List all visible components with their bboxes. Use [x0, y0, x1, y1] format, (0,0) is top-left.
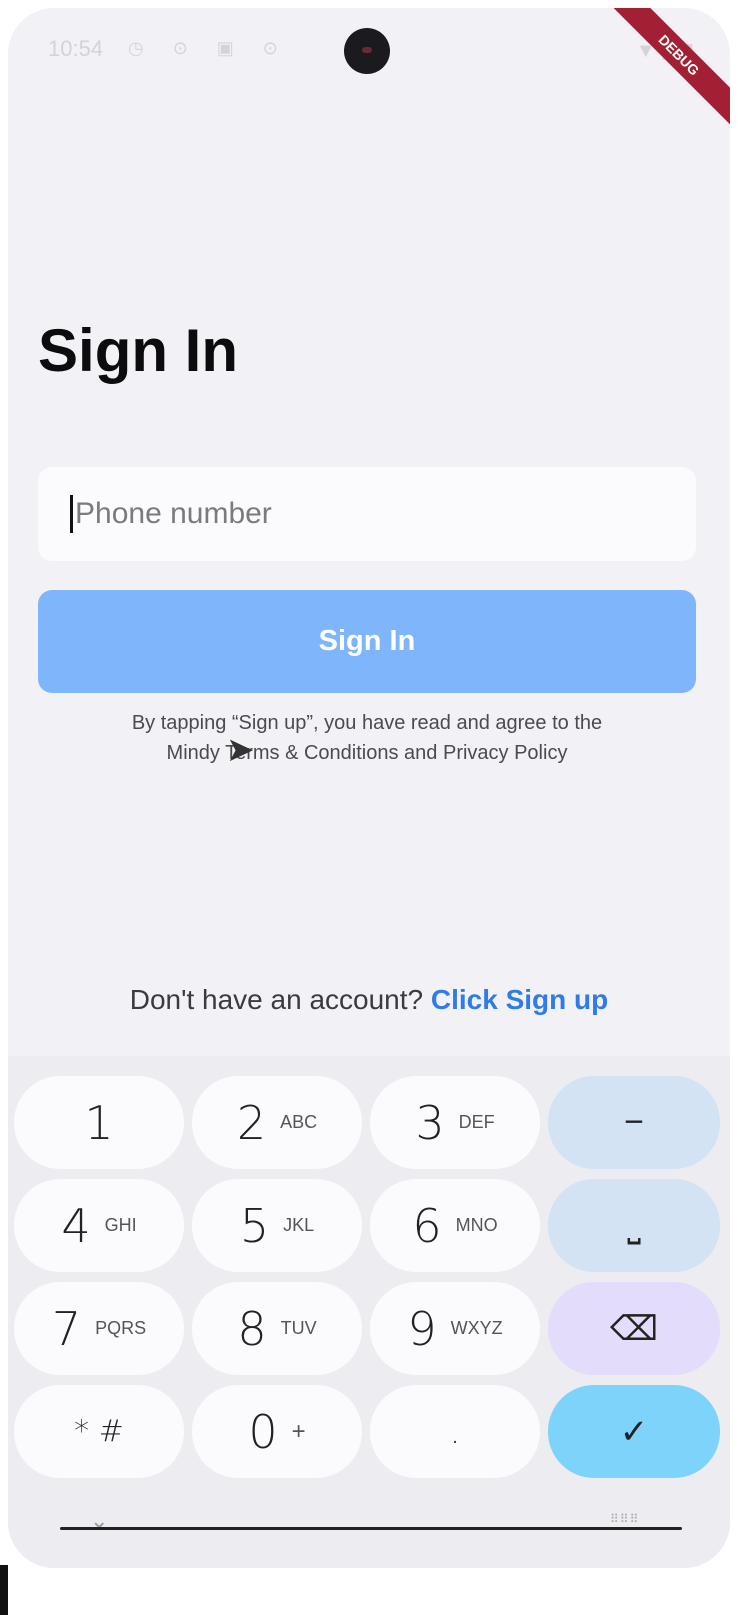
key-2[interactable]: 2 ABC [192, 1076, 362, 1169]
key-digit: 1 [84, 1095, 114, 1150]
numeric-keypad: 1 2 ABC 3 DEF − 4 GHI 5 JKL 6 MNO ⎵ 7 PQ… [8, 1056, 730, 1568]
sign-in-button[interactable]: Sign In [38, 590, 696, 693]
key-digit: 0 [248, 1404, 278, 1459]
mouse-pointer-icon: ➤ [226, 731, 255, 769]
key-letters: DEF [458, 1112, 495, 1132]
key-minus[interactable]: − [548, 1076, 720, 1169]
key-digit: 3 [415, 1095, 445, 1150]
signup-link[interactable]: Click Sign up [431, 984, 608, 1015]
key-1[interactable]: 1 [14, 1076, 184, 1169]
key-digit: 7 [51, 1301, 82, 1356]
key-letters: MNO [455, 1215, 498, 1235]
key-done[interactable]: ✓ [548, 1385, 720, 1478]
key-digit: 8 [237, 1301, 267, 1356]
key-letters: ABC [280, 1112, 318, 1132]
phone-screen: 10:54 ◷ ⊙ ▣ ⊙ ▼◢▮ DEBUG Sign In Phone nu… [8, 8, 730, 1568]
key-9[interactable]: 9 WXYZ [370, 1282, 540, 1375]
key-letters: + [291, 1417, 306, 1445]
phone-placeholder: Phone number [75, 497, 272, 530]
terms-line-1: By tapping “Sign up”, you have read and … [131, 712, 603, 734]
key-7[interactable]: 7 PQRS [14, 1282, 184, 1375]
device-bezel-line [60, 1527, 682, 1530]
key-star-hash[interactable]: * # [14, 1385, 184, 1478]
debug-banner: DEBUG [602, 8, 730, 132]
key-letters: WXYZ [450, 1318, 503, 1338]
status-time: 10:54 [48, 36, 104, 61]
key-digit: . [449, 1411, 461, 1452]
key-dot[interactable]: . [370, 1385, 540, 1478]
key-4[interactable]: 4 GHI [14, 1179, 184, 1272]
backspace-icon: ⌫ [609, 1309, 659, 1348]
signup-prompt: Don't have an account? [129, 984, 431, 1015]
key-digit: 4 [61, 1198, 91, 1253]
notification-icons: ◷ ⊙ ▣ ⊙ [128, 38, 290, 58]
key-letters: GHI [104, 1215, 137, 1235]
device-edge [0, 1565, 8, 1615]
checkmark-icon: ✓ [619, 1412, 649, 1451]
signup-row: Don't have an account? Click Sign up [8, 984, 730, 1016]
key-digit: 2 [236, 1095, 267, 1150]
chevron-down-icon[interactable]: ⌄ [90, 1508, 108, 1534]
key-digit: 9 [407, 1301, 437, 1356]
key-backspace[interactable]: ⌫ [548, 1282, 720, 1375]
keyboard-grid-icon[interactable]: ⠿⠿⠿ [610, 1512, 639, 1526]
key-space[interactable]: ⎵ [548, 1179, 720, 1272]
key-digit: 5 [239, 1198, 270, 1253]
camera-cutout [344, 28, 390, 74]
text-cursor [70, 495, 73, 533]
key-8[interactable]: 8 TUV [192, 1282, 362, 1375]
key-letters: JKL [283, 1215, 315, 1235]
minus-icon: − [624, 1103, 644, 1141]
key-digit: * # [74, 1414, 124, 1449]
terms-notice: By tapping “Sign up”, you have read and … [38, 708, 696, 768]
key-3[interactable]: 3 DEF [370, 1076, 540, 1169]
key-letters: TUV [280, 1318, 317, 1338]
status-bar: 10:54 ◷ ⊙ ▣ ⊙ ▼◢▮ DEBUG [8, 8, 730, 132]
key-0[interactable]: 0 + [192, 1385, 362, 1478]
terms-line-2[interactable]: Mindy Terms & Conditions and Privacy Pol… [38, 738, 696, 768]
key-6[interactable]: 6 MNO [370, 1179, 540, 1272]
page-title: Sign In [38, 317, 238, 384]
phone-number-input[interactable]: Phone number [38, 467, 696, 561]
space-icon: ⎵ [627, 1206, 641, 1244]
key-5[interactable]: 5 JKL [192, 1179, 362, 1272]
key-digit: 6 [412, 1198, 442, 1253]
key-letters: PQRS [95, 1318, 147, 1338]
